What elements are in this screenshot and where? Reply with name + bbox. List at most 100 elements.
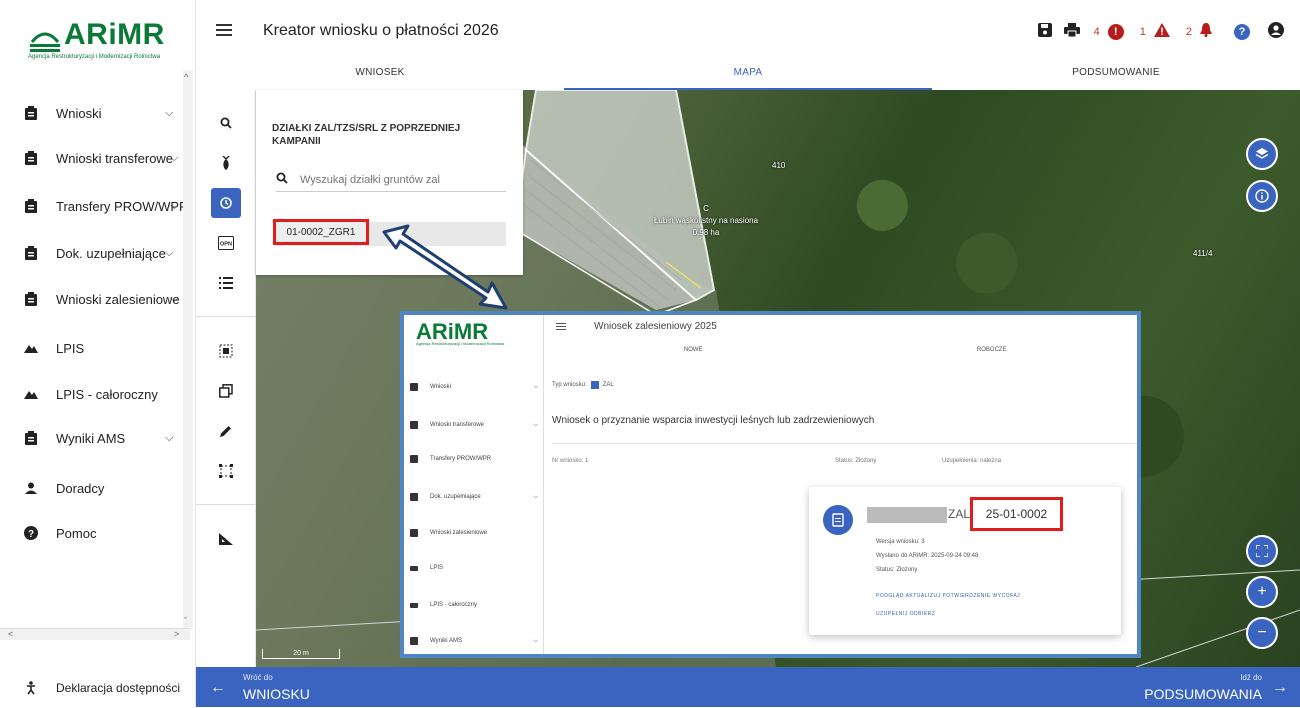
clipboard-icon bbox=[410, 455, 418, 463]
checkbox-icon bbox=[590, 381, 599, 389]
list-icon[interactable] bbox=[211, 268, 241, 298]
card-application-number: 25-01-0002 bbox=[970, 497, 1063, 531]
map-label-crop: Łubin wąskolistny na nasiona bbox=[653, 216, 759, 225]
measure-icon[interactable] bbox=[211, 524, 241, 554]
sidebar-item-wyniki-ams[interactable]: Wyniki AMS ⌵ bbox=[0, 416, 190, 460]
svg-text:OPN: OPN bbox=[220, 242, 232, 248]
edit-icon[interactable] bbox=[211, 416, 241, 446]
sidebar-item-wnioski-transferowe[interactable]: Wnioski transferowe ⌵ bbox=[0, 136, 190, 180]
warning-icon[interactable] bbox=[1153, 22, 1170, 42]
chevron-down-icon: ⌵ bbox=[170, 199, 179, 212]
save-icon[interactable] bbox=[1037, 22, 1052, 42]
chevron-down-icon: ⌵ bbox=[170, 151, 179, 164]
sidebar-item-label: Pomoc bbox=[56, 525, 97, 541]
clipboard-icon bbox=[24, 198, 38, 214]
sidebar-item-wnioski[interactable]: Wnioski ⌵ bbox=[0, 91, 190, 135]
parcel-history-icon[interactable] bbox=[211, 188, 241, 218]
chevron-down-icon: ⌵ bbox=[170, 292, 179, 305]
notification-count: 2 bbox=[1185, 26, 1192, 38]
clipboard-icon bbox=[410, 637, 418, 645]
sidebar-scrollbar[interactable]: ^ ˇ bbox=[183, 70, 193, 630]
tab-podsumowanie[interactable]: PODSUMOWANIE bbox=[932, 60, 1300, 90]
scroll-down-icon[interactable]: ˇ bbox=[184, 616, 187, 626]
clipboard-icon bbox=[410, 421, 418, 429]
panel-title: DZIAŁKI ZAL/TZS/SRL Z POPRZEDNIEJ KAMPAN… bbox=[272, 123, 461, 147]
chevron-down-icon: ⌵ bbox=[533, 383, 538, 390]
filter-value: ZAL bbox=[602, 382, 614, 388]
sidebar-item-wnioski-zalesieniowe[interactable]: Wnioski zalesieniowe ⌵ bbox=[0, 277, 190, 321]
clipboard-icon bbox=[24, 245, 38, 261]
accessibility-label: Deklaracja dostępności bbox=[56, 681, 181, 695]
copy-icon[interactable] bbox=[211, 376, 241, 406]
bell-icon[interactable] bbox=[1200, 22, 1212, 42]
fullscreen-button[interactable] bbox=[1246, 535, 1278, 567]
zoom-in-button[interactable]: + bbox=[1246, 576, 1278, 608]
arrow-right-icon: → bbox=[1272, 679, 1288, 696]
inset-heading: Wniosek o przyznanie wsparcia inwestycji… bbox=[552, 415, 875, 426]
arimr-logo[interactable]: ARiMR Agencja Restrukturyzacji i Moderni… bbox=[28, 18, 178, 68]
card-actions: PODGLĄD AKTUALIZUJ POTWIERDZENIE WYCOFAJ bbox=[876, 593, 1021, 599]
sidebar-item-label: LPIS - całoroczny bbox=[56, 386, 158, 402]
inset-nav-item: LPIS bbox=[410, 565, 538, 571]
map-tool-column: OPN bbox=[196, 90, 256, 667]
mountain-icon bbox=[24, 340, 38, 356]
sidebar-hscrollbar[interactable]: < > bbox=[0, 628, 190, 640]
page-title: Kreator wniosku o płatności 2026 bbox=[263, 22, 499, 39]
clipboard-icon bbox=[410, 493, 418, 501]
bottom-navigation: ← Wróć do WNIOSKU Idź do PODSUMOWANIA → bbox=[196, 667, 1300, 707]
back-caption: Wróć do bbox=[243, 673, 273, 682]
inset-screenshot: ARiMR Agencja Restrukturyzacji i Moderni… bbox=[400, 311, 1141, 658]
fullscreen-icon bbox=[1256, 545, 1268, 557]
crop-icon[interactable] bbox=[211, 148, 241, 178]
divider bbox=[196, 316, 256, 317]
logo-text: ARiMR bbox=[64, 18, 165, 51]
header: Kreator wniosku o płatności 2026 4 ! 1 2… bbox=[196, 0, 1300, 90]
opn-icon[interactable]: OPN bbox=[211, 228, 241, 258]
help-icon[interactable]: ? bbox=[1234, 24, 1250, 40]
bounding-box-icon[interactable] bbox=[211, 456, 241, 486]
accessibility-icon bbox=[24, 680, 38, 696]
toolbar: 4 ! 1 2 ? bbox=[1037, 21, 1284, 43]
clipboard-icon bbox=[24, 150, 38, 166]
clipboard-icon bbox=[410, 383, 418, 391]
sidebar-item-label: Doradcy bbox=[56, 480, 105, 496]
scroll-up-icon[interactable]: ^ bbox=[184, 72, 188, 82]
zoom-out-button[interactable]: − bbox=[1246, 617, 1278, 649]
menu-icon[interactable] bbox=[216, 24, 232, 38]
warning-count: 1 bbox=[1139, 26, 1146, 38]
mountain-icon bbox=[410, 565, 418, 571]
card-sent: Wysłano do ARiMR: 2025-09-24 09:48 bbox=[876, 553, 979, 559]
next-caption: Idź do bbox=[1240, 673, 1262, 682]
tab-wniosek[interactable]: WNIOSEK bbox=[196, 60, 564, 90]
sidebar-item-pomoc[interactable]: ? Pomoc bbox=[0, 511, 190, 555]
sidebar-item-lpis[interactable]: LPIS bbox=[0, 326, 190, 370]
error-icon[interactable]: ! bbox=[1107, 24, 1124, 40]
card-status: Status: Złożony bbox=[876, 567, 918, 573]
sidebar-item-doradcy[interactable]: Doradcy bbox=[0, 466, 190, 510]
map-scale: 20 m bbox=[262, 649, 340, 659]
back-label: WNIOSKU bbox=[243, 686, 310, 702]
select-area-icon[interactable] bbox=[211, 336, 241, 366]
tab-mapa[interactable]: MAPA bbox=[564, 60, 932, 90]
inset-nav-item: LPIS - całoroczny bbox=[410, 602, 538, 608]
info-button[interactable] bbox=[1246, 180, 1278, 212]
sidebar-item-lpis-caloroczny[interactable]: LPIS - całoroczny bbox=[0, 372, 190, 416]
search-icon[interactable] bbox=[211, 108, 241, 138]
map-label-field: C bbox=[703, 204, 709, 213]
account-icon[interactable] bbox=[1268, 21, 1284, 43]
svg-text:?: ? bbox=[28, 529, 34, 540]
sidebar-item-transfery[interactable]: Transfery PROW/WPR ⌵ bbox=[0, 184, 190, 228]
accessibility-link[interactable]: Deklaracja dostępności bbox=[0, 668, 196, 708]
redacted-block bbox=[867, 507, 947, 523]
scroll-right-icon[interactable]: > bbox=[174, 629, 179, 639]
scroll-left-icon[interactable]: < bbox=[8, 629, 13, 639]
sidebar-item-dok-uzupelniajace[interactable]: Dok. uzupełniające ⌵ bbox=[0, 231, 190, 275]
layers-button[interactable] bbox=[1246, 138, 1278, 170]
inset-nav-item: Dok. uzupełniające ⌵ bbox=[410, 493, 538, 501]
sidebar-item-label: Wnioski zalesieniowe bbox=[56, 291, 180, 307]
parcel-id: 01-0002_ZGR1 bbox=[273, 219, 369, 245]
minus-icon: − bbox=[1257, 624, 1267, 641]
search-input[interactable] bbox=[298, 172, 488, 187]
chevron-down-icon: ⌵ bbox=[533, 421, 538, 428]
print-icon[interactable] bbox=[1063, 22, 1080, 42]
